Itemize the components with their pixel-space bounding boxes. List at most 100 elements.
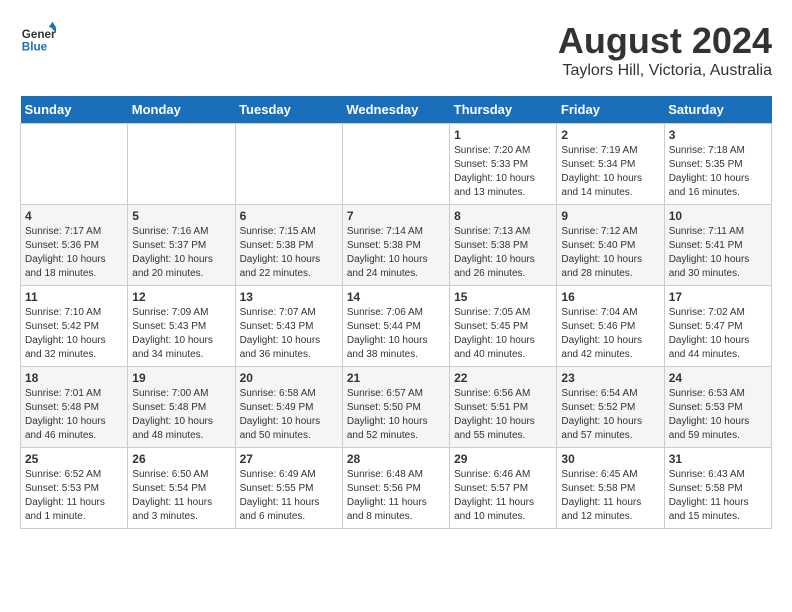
calendar-cell: 23 Sunrise: 6:54 AM Sunset: 5:52 PM Dayli… xyxy=(557,367,664,448)
day-info: Sunrise: 7:00 AM Sunset: 5:48 PM Dayligh… xyxy=(132,387,230,443)
calendar-cell: 24Sunrise: 6:53 AM Sunset: 5:53 PM Dayli… xyxy=(664,367,771,448)
day-number: 20 xyxy=(240,371,338,385)
calendar-cell: 25Sunrise: 6:52 AM Sunset: 5:53 PM Dayli… xyxy=(21,448,128,529)
calendar-cell: 27 Sunrise: 6:49 AM Sunset: 5:55 PM Dayli… xyxy=(235,448,342,529)
day-info: Sunrise: 7:20 AM Sunset: 5:33 PM Dayligh… xyxy=(454,144,552,200)
calendar-week-row: 11 Sunrise: 7:10 AM Sunset: 5:42 PM Dayli… xyxy=(21,286,772,367)
calendar-cell: 10 Sunrise: 7:11 AM Sunset: 5:41 PM Dayli… xyxy=(664,205,771,286)
day-info: Sunrise: 6:58 AM Sunset: 5:49 PM Dayligh… xyxy=(240,387,338,443)
day-number: 7 xyxy=(347,209,445,223)
calendar-cell: 9 Sunrise: 7:12 AM Sunset: 5:40 PM Daylig… xyxy=(557,205,664,286)
day-number: 5 xyxy=(132,209,230,223)
day-number: 9 xyxy=(561,209,659,223)
calendar-cell: 31Sunrise: 6:43 AM Sunset: 5:58 PM Dayli… xyxy=(664,448,771,529)
day-info: Sunrise: 7:02 AM Sunset: 5:47 PM Dayligh… xyxy=(669,306,767,362)
day-info: Sunrise: 7:13 AM Sunset: 5:38 PM Dayligh… xyxy=(454,225,552,281)
calendar-cell xyxy=(342,124,449,205)
svg-text:General: General xyxy=(22,28,56,41)
calendar-cell: 1Sunrise: 7:20 AM Sunset: 5:33 PM Daylig… xyxy=(450,124,557,205)
day-info: Sunrise: 6:49 AM Sunset: 5:55 PM Dayligh… xyxy=(240,468,338,524)
svg-text:Blue: Blue xyxy=(22,41,48,54)
day-info: Sunrise: 7:11 AM Sunset: 5:41 PM Dayligh… xyxy=(669,225,767,281)
day-info: Sunrise: 6:50 AM Sunset: 5:54 PM Dayligh… xyxy=(132,468,230,524)
day-info: Sunrise: 6:45 AM Sunset: 5:58 PM Dayligh… xyxy=(561,468,659,524)
page-header: General Blue August 2024 Taylors Hill, V… xyxy=(20,20,772,80)
day-info: Sunrise: 7:06 AM Sunset: 5:44 PM Dayligh… xyxy=(347,306,445,362)
calendar-cell: 5 Sunrise: 7:16 AM Sunset: 5:37 PM Daylig… xyxy=(128,205,235,286)
calendar-cell: 3Sunrise: 7:18 AM Sunset: 5:35 PM Daylig… xyxy=(664,124,771,205)
calendar-header-row: SundayMondayTuesdayWednesdayThursdayFrid… xyxy=(21,96,772,124)
day-header-sunday: Sunday xyxy=(21,96,128,124)
calendar-week-row: 4Sunrise: 7:17 AM Sunset: 5:36 PM Daylig… xyxy=(21,205,772,286)
day-header-monday: Monday xyxy=(128,96,235,124)
calendar-week-row: 1Sunrise: 7:20 AM Sunset: 5:33 PM Daylig… xyxy=(21,124,772,205)
day-number: 6 xyxy=(240,209,338,223)
day-number: 26 xyxy=(132,452,230,466)
day-info: Sunrise: 7:19 AM Sunset: 5:34 PM Dayligh… xyxy=(561,144,659,200)
calendar-cell: 15Sunrise: 7:05 AM Sunset: 5:45 PM Dayli… xyxy=(450,286,557,367)
day-info: Sunrise: 6:43 AM Sunset: 5:58 PM Dayligh… xyxy=(669,468,767,524)
calendar-cell: 16Sunrise: 7:04 AM Sunset: 5:46 PM Dayli… xyxy=(557,286,664,367)
location-subtitle: Taylors Hill, Victoria, Australia xyxy=(558,62,772,80)
day-info: Sunrise: 6:57 AM Sunset: 5:50 PM Dayligh… xyxy=(347,387,445,443)
calendar-cell xyxy=(235,124,342,205)
day-info: Sunrise: 7:10 AM Sunset: 5:42 PM Dayligh… xyxy=(25,306,123,362)
day-header-thursday: Thursday xyxy=(450,96,557,124)
day-info: Sunrise: 6:52 AM Sunset: 5:53 PM Dayligh… xyxy=(25,468,123,524)
calendar-cell xyxy=(128,124,235,205)
day-header-saturday: Saturday xyxy=(664,96,771,124)
day-number: 23 xyxy=(561,371,659,385)
day-info: Sunrise: 6:46 AM Sunset: 5:57 PM Dayligh… xyxy=(454,468,552,524)
title-block: August 2024 Taylors Hill, Victoria, Aust… xyxy=(558,20,772,80)
calendar-cell: 4Sunrise: 7:17 AM Sunset: 5:36 PM Daylig… xyxy=(21,205,128,286)
calendar-cell: 22Sunrise: 6:56 AM Sunset: 5:51 PM Dayli… xyxy=(450,367,557,448)
day-number: 29 xyxy=(454,452,552,466)
day-info: Sunrise: 7:16 AM Sunset: 5:37 PM Dayligh… xyxy=(132,225,230,281)
calendar-cell: 17 Sunrise: 7:02 AM Sunset: 5:47 PM Dayli… xyxy=(664,286,771,367)
calendar-cell: 28Sunrise: 6:48 AM Sunset: 5:56 PM Dayli… xyxy=(342,448,449,529)
day-number: 10 xyxy=(669,209,767,223)
day-info: Sunrise: 7:09 AM Sunset: 5:43 PM Dayligh… xyxy=(132,306,230,362)
day-number: 30 xyxy=(561,452,659,466)
day-number: 11 xyxy=(25,290,123,304)
day-number: 14 xyxy=(347,290,445,304)
day-number: 27 xyxy=(240,452,338,466)
calendar-cell: 29 Sunrise: 6:46 AM Sunset: 5:57 PM Dayli… xyxy=(450,448,557,529)
day-number: 8 xyxy=(454,209,552,223)
calendar-cell: 12 Sunrise: 7:09 AM Sunset: 5:43 PM Dayli… xyxy=(128,286,235,367)
calendar-cell: 13Sunrise: 7:07 AM Sunset: 5:43 PM Dayli… xyxy=(235,286,342,367)
day-info: Sunrise: 7:14 AM Sunset: 5:38 PM Dayligh… xyxy=(347,225,445,281)
day-number: 15 xyxy=(454,290,552,304)
calendar-cell: 2 Sunrise: 7:19 AM Sunset: 5:34 PM Daylig… xyxy=(557,124,664,205)
calendar-cell: 14 Sunrise: 7:06 AM Sunset: 5:44 PM Dayli… xyxy=(342,286,449,367)
calendar-cell: 30 Sunrise: 6:45 AM Sunset: 5:58 PM Dayli… xyxy=(557,448,664,529)
day-info: Sunrise: 6:56 AM Sunset: 5:51 PM Dayligh… xyxy=(454,387,552,443)
calendar-cell: 7 Sunrise: 7:14 AM Sunset: 5:38 PM Daylig… xyxy=(342,205,449,286)
calendar-cell xyxy=(21,124,128,205)
logo: General Blue xyxy=(20,20,56,56)
day-number: 18 xyxy=(25,371,123,385)
calendar-cell: 18 Sunrise: 7:01 AM Sunset: 5:48 PM Dayli… xyxy=(21,367,128,448)
day-info: Sunrise: 7:07 AM Sunset: 5:43 PM Dayligh… xyxy=(240,306,338,362)
day-info: Sunrise: 7:01 AM Sunset: 5:48 PM Dayligh… xyxy=(25,387,123,443)
day-header-wednesday: Wednesday xyxy=(342,96,449,124)
day-number: 17 xyxy=(669,290,767,304)
day-number: 12 xyxy=(132,290,230,304)
day-number: 19 xyxy=(132,371,230,385)
calendar-cell: 20 Sunrise: 6:58 AM Sunset: 5:49 PM Dayli… xyxy=(235,367,342,448)
calendar-cell: 21Sunrise: 6:57 AM Sunset: 5:50 PM Dayli… xyxy=(342,367,449,448)
day-header-tuesday: Tuesday xyxy=(235,96,342,124)
day-number: 24 xyxy=(669,371,767,385)
day-number: 2 xyxy=(561,128,659,142)
calendar-table: SundayMondayTuesdayWednesdayThursdayFrid… xyxy=(20,96,772,529)
calendar-cell: 11 Sunrise: 7:10 AM Sunset: 5:42 PM Dayli… xyxy=(21,286,128,367)
day-info: Sunrise: 7:12 AM Sunset: 5:40 PM Dayligh… xyxy=(561,225,659,281)
day-number: 4 xyxy=(25,209,123,223)
logo-icon: General Blue xyxy=(20,20,56,56)
day-number: 28 xyxy=(347,452,445,466)
day-info: Sunrise: 6:54 AM Sunset: 5:52 PM Dayligh… xyxy=(561,387,659,443)
day-info: Sunrise: 7:15 AM Sunset: 5:38 PM Dayligh… xyxy=(240,225,338,281)
day-info: Sunrise: 7:04 AM Sunset: 5:46 PM Dayligh… xyxy=(561,306,659,362)
calendar-week-row: 25Sunrise: 6:52 AM Sunset: 5:53 PM Dayli… xyxy=(21,448,772,529)
day-header-friday: Friday xyxy=(557,96,664,124)
